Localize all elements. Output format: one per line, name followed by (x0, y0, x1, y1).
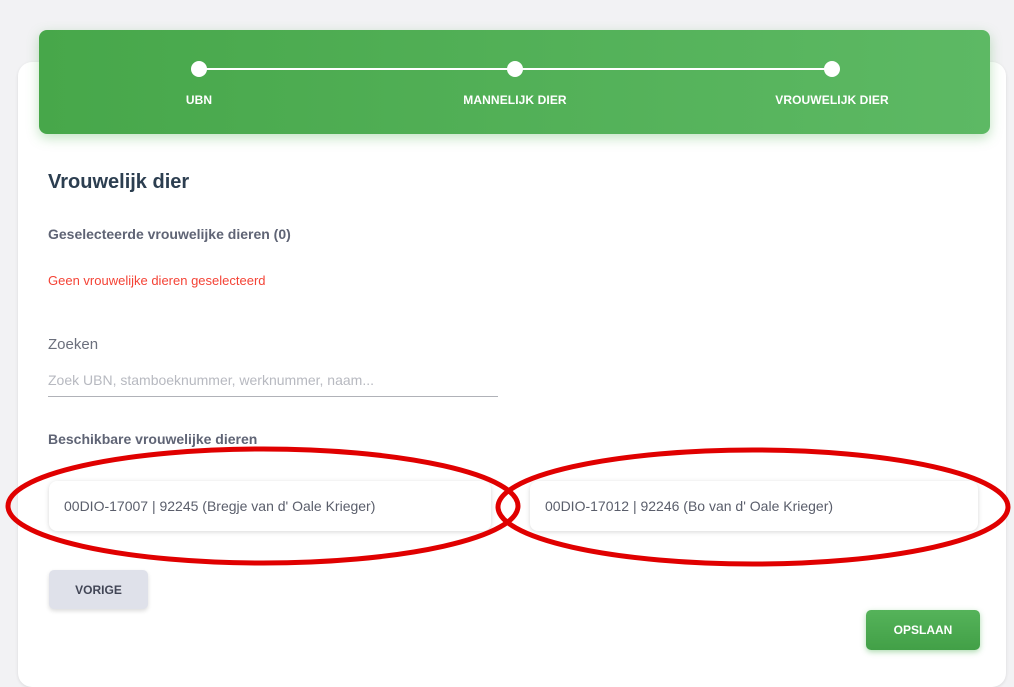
step-vrouwelijk-dier-label: VROUWELIJK DIER (775, 93, 889, 107)
step-vrouwelijk-dier-dot-icon (824, 61, 840, 77)
step-ubn-dot-icon (191, 61, 207, 77)
save-button[interactable]: OPSLAAN (866, 610, 980, 650)
search-label: Zoeken (48, 336, 99, 353)
stepper-connector-1 (199, 68, 515, 70)
step-ubn-label: UBN (185, 93, 213, 107)
page-title: Vrouwelijk dier (48, 171, 190, 193)
step-mannelijk-dier-label: MANNELIJK DIER (463, 93, 567, 107)
stepper-connector-2 (515, 68, 832, 70)
previous-button[interactable]: VORIGE (49, 570, 148, 609)
selected-animals-heading: Geselecteerde vrouwelijke dieren (0) (48, 226, 291, 242)
no-selection-message: Geen vrouwelijke dieren geselecteerd (48, 273, 266, 288)
available-animals-heading: Beschikbare vrouwelijke dieren (48, 431, 258, 447)
step-mannelijk-dier-dot-icon (507, 61, 523, 77)
animal-card[interactable]: 00DIO-17007 | 92245 (Bregje van d' Oale … (49, 481, 491, 531)
search-input[interactable] (48, 364, 498, 397)
animal-card[interactable]: 00DIO-17012 | 92246 (Bo van d' Oale Krie… (530, 481, 978, 531)
progress-stepper: UBN MANNELIJK DIER VROUWELIJK DIER (39, 30, 990, 134)
